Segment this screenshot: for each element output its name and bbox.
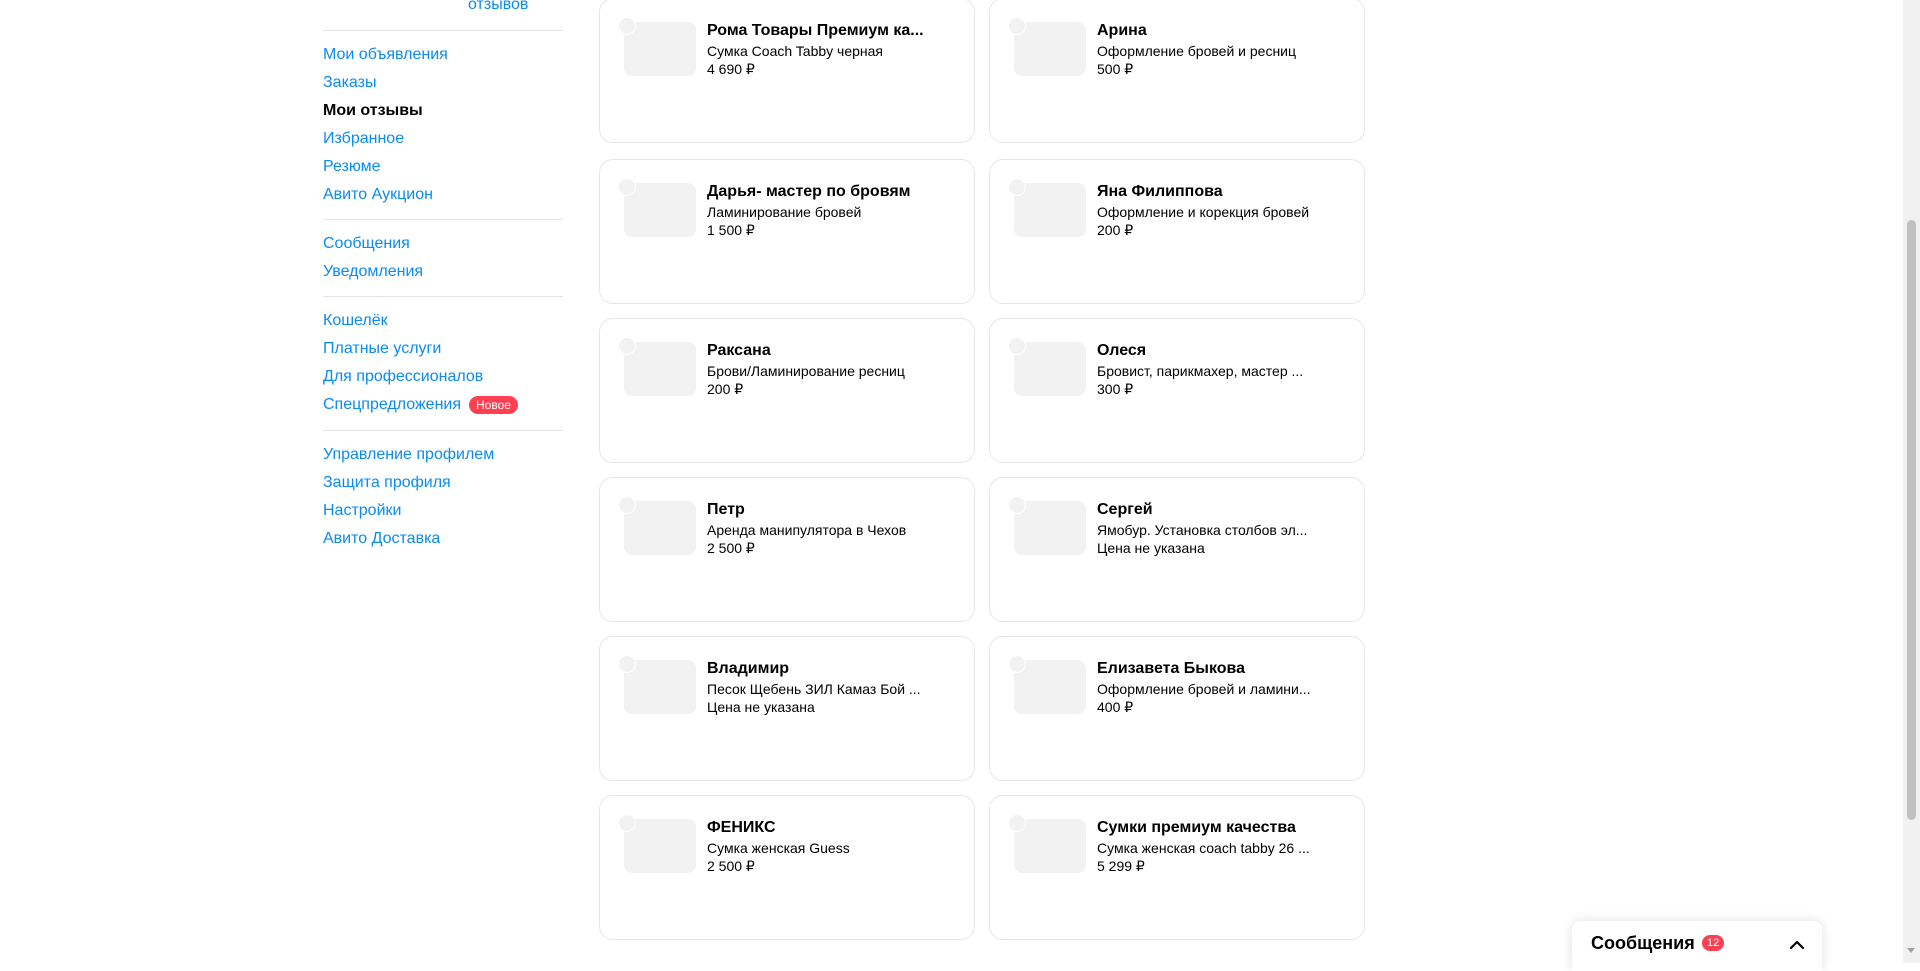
review-card[interactable]: Олеся Бровист, парикмахер, мастер ... 30…	[989, 318, 1365, 463]
seller-name: Владимир	[707, 660, 790, 677]
nav-group-main: Мои объявления Заказы Мои отзывы Избранн…	[323, 41, 448, 209]
sidebar-item-special-offers[interactable]: Спецпредложения Новое	[323, 391, 518, 419]
sidebar-item-orders[interactable]: Заказы	[323, 69, 448, 97]
item-title: Оформление бровей и ресниц	[1097, 43, 1297, 59]
sidebar-item-notifications[interactable]: Уведомления	[323, 258, 423, 286]
messages-count-badge: 12	[1702, 935, 1725, 951]
sidebar-item-label: Спецпредложения	[323, 396, 461, 413]
avatar	[618, 655, 636, 673]
item-title: Бровист, парикмахер, мастер ...	[1097, 363, 1304, 379]
item-price: 400 ₽	[1097, 699, 1134, 715]
sidebar-item-auction[interactable]: Авито Аукцион	[323, 181, 448, 209]
item-price: 500 ₽	[1097, 61, 1134, 77]
item-title: Брови/Ламинирование ресниц	[707, 363, 905, 379]
review-card[interactable]: Елизавета Быкова Оформление бровей и лам…	[989, 636, 1365, 781]
sidebar-item-my-ads[interactable]: Мои объявления	[323, 41, 448, 69]
seller-name: Олеся	[1097, 342, 1147, 359]
seller-name: Раксана	[707, 342, 771, 359]
scrollbar-thumb[interactable]	[1907, 220, 1916, 820]
seller-name: ФЕНИКС	[707, 819, 776, 836]
sidebar-item-paid-services[interactable]: Платные услуги	[323, 335, 518, 363]
reviews-link[interactable]: отзывов	[468, 0, 528, 14]
sidebar-item-resume[interactable]: Резюме	[323, 153, 448, 181]
seller-name: Рома Товары Премиум ка...	[707, 22, 924, 39]
chevron-up-icon[interactable]	[1787, 935, 1807, 960]
avatar	[618, 337, 636, 355]
review-card[interactable]: Яна Филиппова Оформление и корекция бров…	[989, 159, 1365, 304]
seller-name: Яна Филиппова	[1097, 183, 1223, 200]
item-title: Песок Щебень ЗИЛ Камаз Бой ...	[707, 681, 921, 697]
review-card[interactable]: Сергей Ямобур. Установка столбов эл... Ц…	[989, 477, 1365, 622]
avatar	[618, 496, 636, 514]
new-badge: Новое	[469, 396, 518, 414]
item-price: Цена не указана	[707, 699, 815, 715]
seller-name: Елизавета Быкова	[1097, 660, 1246, 677]
nav-group-profile: Управление профилем Защита профиля Настр…	[323, 441, 494, 553]
review-card[interactable]: ФЕНИКС Сумка женская Guess 2 500 ₽	[599, 795, 975, 940]
sidebar-item-for-pros[interactable]: Для профессионалов	[323, 363, 518, 391]
divider	[323, 219, 563, 220]
avatar	[1008, 814, 1026, 832]
page-scrollbar[interactable]	[1903, 0, 1920, 963]
sidebar-item-delivery[interactable]: Авито Доставка	[323, 525, 494, 553]
seller-name: Петр	[707, 501, 745, 518]
item-price: Цена не указана	[1097, 540, 1205, 556]
seller-name: Арина	[1097, 22, 1147, 39]
review-card[interactable]: Сумки премиум качества Сумка женская coa…	[989, 795, 1365, 940]
item-price: 200 ₽	[1097, 222, 1134, 238]
avatar	[618, 17, 636, 35]
seller-name: Сергей	[1097, 501, 1153, 518]
sidebar-item-wallet[interactable]: Кошелёк	[323, 307, 518, 335]
avatar	[1008, 496, 1026, 514]
item-title: Сумка Coach Tabby черная	[707, 43, 884, 59]
seller-name: Дарья- мастер по бровям	[707, 183, 911, 200]
item-price: 1 500 ₽	[707, 222, 755, 238]
review-card[interactable]: Арина Оформление бровей и ресниц 500 ₽	[989, 0, 1365, 143]
avatar	[1008, 337, 1026, 355]
item-title: Ламинирование бровей	[707, 204, 862, 220]
divider	[323, 296, 563, 297]
avatar	[1008, 655, 1026, 673]
item-price: 5 299 ₽	[1097, 858, 1145, 874]
avatar	[1008, 17, 1026, 35]
nav-group-messages: Сообщения Уведомления	[323, 230, 423, 286]
scroll-down-arrow-icon[interactable]	[1907, 948, 1915, 953]
review-card[interactable]: Рома Товары Премиум ка... Сумка Coach Ta…	[599, 0, 975, 143]
item-title: Сумка женская coach tabby 26 ...	[1097, 840, 1310, 856]
review-card[interactable]: Владимир Песок Щебень ЗИЛ Камаз Бой ... …	[599, 636, 975, 781]
divider	[323, 430, 563, 431]
review-card[interactable]: Раксана Брови/Ламинирование ресниц 200 ₽	[599, 318, 975, 463]
divider	[323, 30, 563, 31]
item-title: Ямобур. Установка столбов эл...	[1097, 522, 1308, 538]
item-price: 200 ₽	[707, 381, 744, 397]
sidebar-item-favorites[interactable]: Избранное	[323, 125, 448, 153]
item-title: Оформление и корекция бровей	[1097, 204, 1310, 220]
item-price: 2 500 ₽	[707, 540, 755, 556]
avatar	[1008, 178, 1026, 196]
item-title: Оформление бровей и ламини...	[1097, 681, 1311, 697]
item-price: 300 ₽	[1097, 381, 1134, 397]
item-title: Сумка женская Guess	[707, 840, 850, 856]
review-card[interactable]: Петр Аренда манипулятора в Чехов 2 500 ₽	[599, 477, 975, 622]
nav-group-services: Кошелёк Платные услуги Для профессионало…	[323, 307, 518, 419]
item-price: 2 500 ₽	[707, 858, 755, 874]
sidebar-item-profile-protection[interactable]: Защита профиля	[323, 469, 494, 497]
review-card[interactable]: Дарья- мастер по бровям Ламинирование бр…	[599, 159, 975, 304]
messages-widget-title: Сообщения	[1591, 933, 1695, 953]
sidebar-item-settings[interactable]: Настройки	[323, 497, 494, 525]
sidebar-item-profile-management[interactable]: Управление профилем	[323, 441, 494, 469]
sidebar-item-my-reviews[interactable]: Мои отзывы	[323, 97, 448, 125]
avatar	[618, 178, 636, 196]
avatar	[618, 814, 636, 832]
messages-widget[interactable]: Сообщения 12	[1572, 921, 1822, 971]
seller-name: Сумки премиум качества	[1097, 819, 1296, 836]
sidebar-item-messages[interactable]: Сообщения	[323, 230, 423, 258]
item-price: 4 690 ₽	[707, 61, 755, 77]
item-title: Аренда манипулятора в Чехов	[707, 522, 907, 538]
